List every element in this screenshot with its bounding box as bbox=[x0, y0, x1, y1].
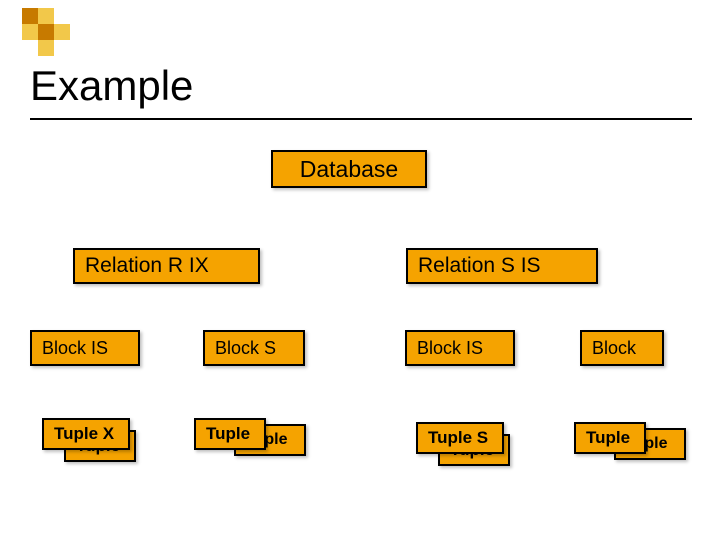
tuple-stack-3: Tuple Tuple S bbox=[416, 422, 504, 454]
tuple-front-3: Tuple S bbox=[416, 422, 504, 454]
tuple-front-2: Tuple bbox=[194, 418, 266, 450]
page-title: Example bbox=[30, 62, 193, 110]
block-r2-box: Block S bbox=[203, 330, 305, 366]
title-underline bbox=[30, 118, 692, 120]
block-s2-box: Block bbox=[580, 330, 664, 366]
tuple-stack-2: Tuple Tuple bbox=[194, 418, 266, 450]
block-s1-box: Block IS bbox=[405, 330, 515, 366]
tuple-front-1: Tuple X bbox=[42, 418, 130, 450]
relation-r-box: Relation R IX bbox=[73, 248, 260, 284]
logo-icon bbox=[22, 8, 70, 56]
tuple-stack-4: Tuple Tuple bbox=[574, 422, 646, 454]
tuple-front-4: Tuple bbox=[574, 422, 646, 454]
tuple-stack-1: Tuple Tuple X bbox=[42, 418, 130, 450]
relation-s-box: Relation S IS bbox=[406, 248, 598, 284]
block-r1-box: Block IS bbox=[30, 330, 140, 366]
database-box: Database bbox=[271, 150, 427, 188]
